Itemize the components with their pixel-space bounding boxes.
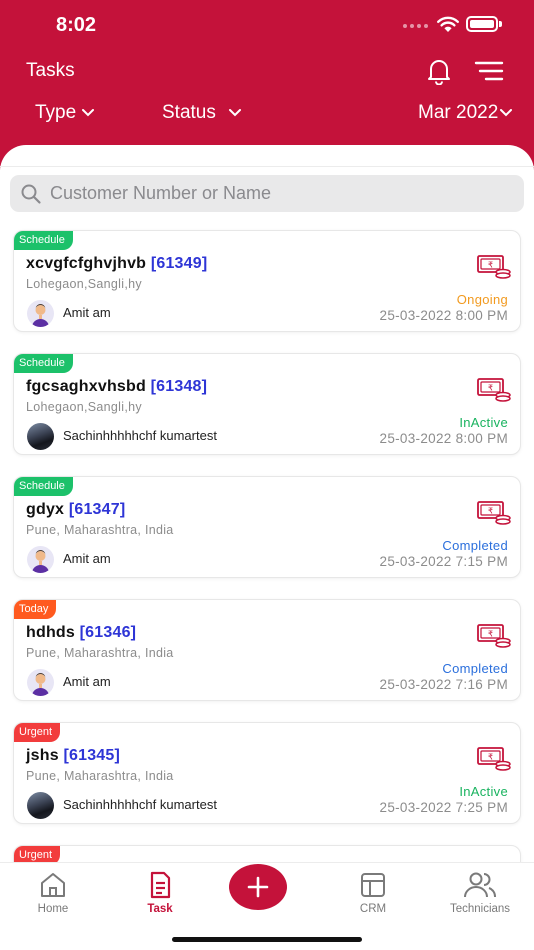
status-bar: 8:02 — [0, 0, 534, 50]
home-icon — [41, 873, 65, 897]
task-card[interactable]: Schedule xcvgfcfghvjhvb [61349] Lohegaon,S… — [13, 230, 521, 332]
task-datetime: 25-03-2022 7:15 PM — [379, 554, 508, 569]
task-datetime: 25-03-2022 8:00 PM — [379, 431, 508, 446]
task-card[interactable]: Schedule gdyx [61347] Pune, Maharashtra, I… — [13, 476, 521, 578]
tab-crm-label: CRM — [359, 903, 387, 915]
customer-name: fgcsaghxvhsbd — [26, 378, 146, 395]
assigned-technician: Amit am — [63, 551, 111, 566]
chevron-down-icon — [228, 109, 241, 117]
task-datetime: 25-03-2022 8:00 PM — [379, 308, 508, 323]
wifi-icon — [437, 16, 459, 32]
task-id: [61345] — [63, 747, 121, 764]
filter-menu-icon[interactable] — [474, 60, 504, 82]
task-card[interactable]: Urgent jshs [61345] Pune, Maharashtra, Ind… — [13, 722, 521, 824]
priority-badge: Schedule — [14, 354, 73, 373]
task-title: gdyx [61347] — [26, 501, 125, 519]
priority-badge: Urgent — [14, 723, 61, 742]
task-id: [61348] — [150, 378, 208, 395]
status-time: 8:02 — [56, 14, 97, 36]
chevron-down-icon — [82, 109, 95, 117]
assigned-technician: Amit am — [63, 305, 111, 320]
search-input[interactable] — [50, 183, 490, 204]
task-document-icon — [150, 871, 171, 899]
task-id: [61346] — [79, 624, 137, 641]
avatar — [27, 546, 54, 573]
month-filter[interactable]: Mar 2022 — [418, 102, 513, 124]
technicians-icon — [464, 872, 496, 898]
task-address: Pune, Maharashtra, India — [26, 769, 174, 783]
type-filter[interactable]: Type — [35, 102, 95, 124]
svg-text:₹: ₹ — [488, 630, 493, 639]
plus-icon — [247, 876, 269, 898]
task-title: fgcsaghxvhsbd [61348] — [26, 378, 207, 396]
home-indicator — [172, 937, 362, 942]
page-title: Tasks — [26, 60, 75, 81]
priority-badge: Schedule — [14, 231, 73, 250]
status-filter-label: Status — [162, 102, 216, 123]
payment-icon[interactable]: ₹ — [477, 255, 511, 284]
task-id: [61349] — [150, 255, 208, 272]
status-text: InActive — [459, 784, 508, 799]
payment-icon[interactable]: ₹ — [477, 501, 511, 530]
customer-name: gdyx — [26, 501, 65, 518]
task-card[interactable]: Today hdhds [61346] Pune, Maharashtra, Ind… — [13, 599, 521, 701]
task-title: jshs [61345] — [26, 747, 120, 765]
task-title: hdhds [61346] — [26, 624, 136, 642]
tab-crm[interactable]: CRM — [328, 871, 418, 915]
search-icon — [21, 184, 41, 204]
priority-badge: Schedule — [14, 477, 73, 496]
tab-task[interactable]: Task — [115, 871, 205, 915]
task-datetime: 25-03-2022 7:16 PM — [379, 677, 508, 692]
tab-technicians[interactable]: Technicians — [435, 871, 525, 915]
month-filter-label: Mar 2022 — [418, 102, 499, 123]
payment-icon[interactable]: ₹ — [477, 747, 511, 776]
task-address: Pune, Maharashtra, India — [26, 523, 174, 537]
task-id: [61347] — [68, 501, 126, 518]
divider — [0, 166, 534, 167]
chevron-down-icon — [500, 109, 513, 117]
task-address: Lohegaon,Sangli,hy — [26, 400, 142, 414]
svg-text:₹: ₹ — [488, 507, 493, 516]
priority-badge: Today — [14, 600, 57, 619]
crm-icon — [361, 873, 385, 897]
task-card[interactable]: Schedule fgcsaghxvhsbd [61348] Lohegaon,Sa… — [13, 353, 521, 455]
task-address: Lohegaon,Sangli,hy — [26, 277, 142, 291]
payment-icon[interactable]: ₹ — [477, 378, 511, 407]
tab-task-label: Task — [147, 903, 173, 915]
customer-name: xcvgfcfghvjhvb — [26, 255, 147, 272]
bell-icon[interactable] — [424, 57, 454, 85]
avatar — [27, 792, 54, 819]
status-filter[interactable]: Status — [162, 102, 242, 124]
status-text: Completed — [442, 661, 508, 676]
signal-icon — [403, 24, 428, 28]
battery-icon — [466, 16, 502, 32]
add-task-button[interactable] — [229, 864, 287, 910]
assigned-technician: Amit am — [63, 674, 111, 689]
type-filter-label: Type — [35, 102, 77, 123]
customer-name: hdhds — [26, 624, 75, 641]
avatar — [27, 300, 54, 327]
payment-icon[interactable]: ₹ — [477, 624, 511, 653]
assigned-technician: Sachinhhhhhchf kumartest — [63, 797, 217, 812]
tab-technicians-label: Technicians — [449, 903, 511, 915]
task-address: Pune, Maharashtra, India — [26, 646, 174, 660]
search-bar[interactable] — [10, 175, 524, 212]
avatar — [27, 669, 54, 696]
svg-text:₹: ₹ — [488, 384, 493, 393]
avatar — [27, 423, 54, 450]
assigned-technician: Sachinhhhhhchf kumartest — [63, 428, 217, 443]
svg-text:₹: ₹ — [488, 753, 493, 762]
tab-home-label: Home — [37, 903, 69, 915]
status-text: Completed — [442, 538, 508, 553]
status-text: Ongoing — [456, 292, 508, 307]
tab-home[interactable]: Home — [8, 871, 98, 915]
status-text: InActive — [459, 415, 508, 430]
svg-text:₹: ₹ — [488, 261, 493, 270]
task-datetime: 25-03-2022 7:25 PM — [379, 800, 508, 815]
customer-name: jshs — [26, 747, 59, 764]
task-title: xcvgfcfghvjhvb [61349] — [26, 255, 207, 273]
